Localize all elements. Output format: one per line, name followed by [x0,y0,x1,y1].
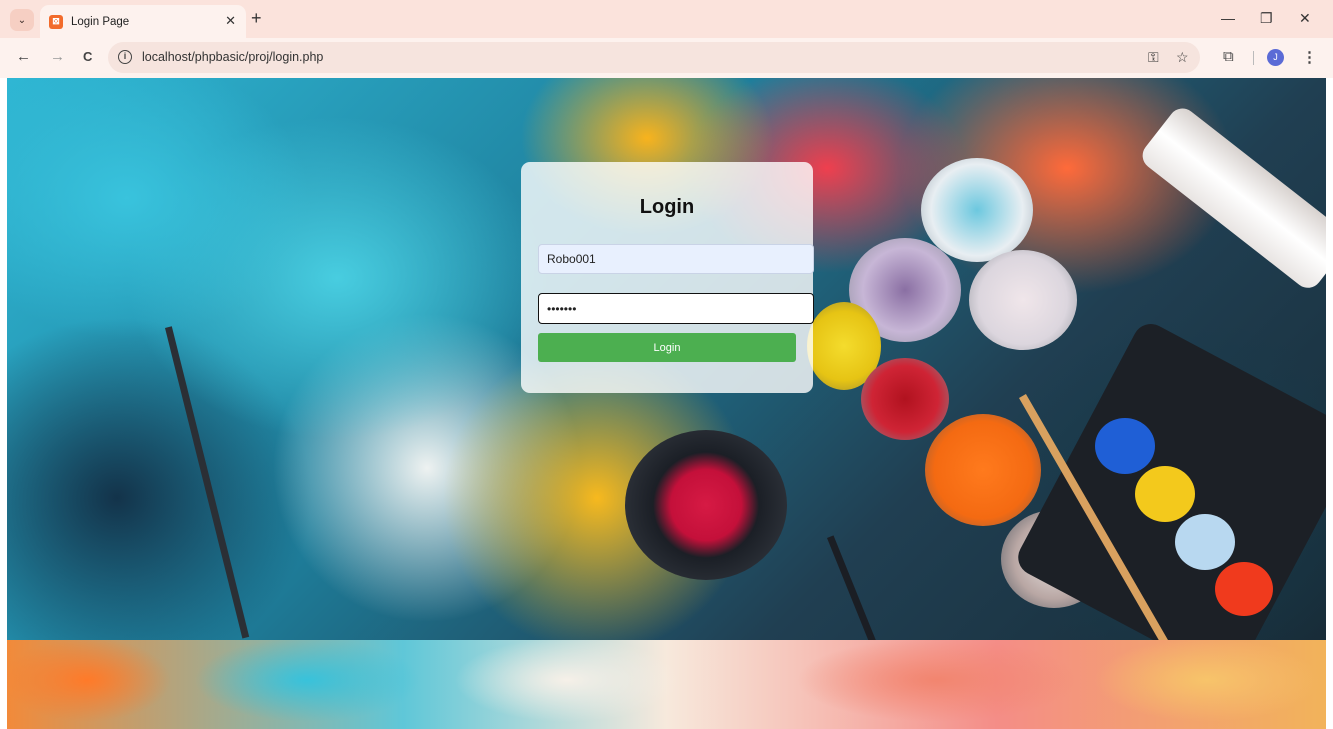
palette-well-blue [1095,418,1155,474]
browser-menu-icon[interactable]: ⋮ [1302,48,1317,66]
login-form-card: Login Login [521,162,814,393]
password-input[interactable] [538,293,814,324]
paint-pot-white [969,250,1077,350]
palette-well-red [1215,562,1273,616]
close-tab-icon[interactable]: ✕ [225,13,236,29]
address-bar[interactable]: i localhost/phpbasic/proj/login.php ⚿ ☆ [108,42,1200,73]
username-input[interactable] [538,244,814,274]
toolbar: ← → C i localhost/phpbasic/proj/login.ph… [0,38,1333,78]
close-window-icon[interactable]: ✕ [1299,10,1311,27]
extensions-puzzle-icon[interactable]: ⧉ [1223,48,1234,65]
login-heading: Login [639,196,695,218]
palette-well-lightblue [1175,514,1235,570]
back-arrow-icon[interactable]: ← [16,48,31,65]
profile-avatar[interactable]: J [1267,49,1284,66]
reload-icon[interactable]: C [83,49,92,64]
minimize-icon[interactable]: — [1221,10,1235,26]
browser-tab-login-page[interactable]: ⊠ Login Page ✕ [40,5,246,38]
login-button[interactable]: Login [538,333,796,362]
restore-icon[interactable]: ❐ [1260,10,1273,27]
paint-pot-red [861,358,949,440]
paint-pot-orange [925,414,1041,526]
tab-title: Login Page [71,15,130,28]
paint-tube [1137,102,1326,294]
site-info-icon[interactable]: i [118,50,132,64]
new-tab-button[interactable]: + [251,9,262,27]
tab-search-button[interactable]: ⌄ [10,9,34,31]
background-repeat-strip [7,640,1326,729]
password-key-icon[interactable]: ⚿ [1148,49,1159,66]
toolbar-divider [1253,51,1254,65]
paint-pot-crimson [625,430,787,580]
url-text[interactable]: localhost/phpbasic/proj/login.php [142,50,323,64]
tab-strip: ⌄ ⊠ Login Page ✕ + — ❐ ✕ [0,0,1333,38]
palette-well-yellow [1135,466,1195,522]
xampp-favicon-icon: ⊠ [49,14,63,29]
forward-arrow-icon[interactable]: → [50,48,65,65]
chevron-down-icon: ⌄ [17,14,27,26]
paint-pot-cyan [921,158,1033,262]
bookmark-star-icon[interactable]: ☆ [1176,49,1189,66]
paintbrush-left [165,326,250,639]
